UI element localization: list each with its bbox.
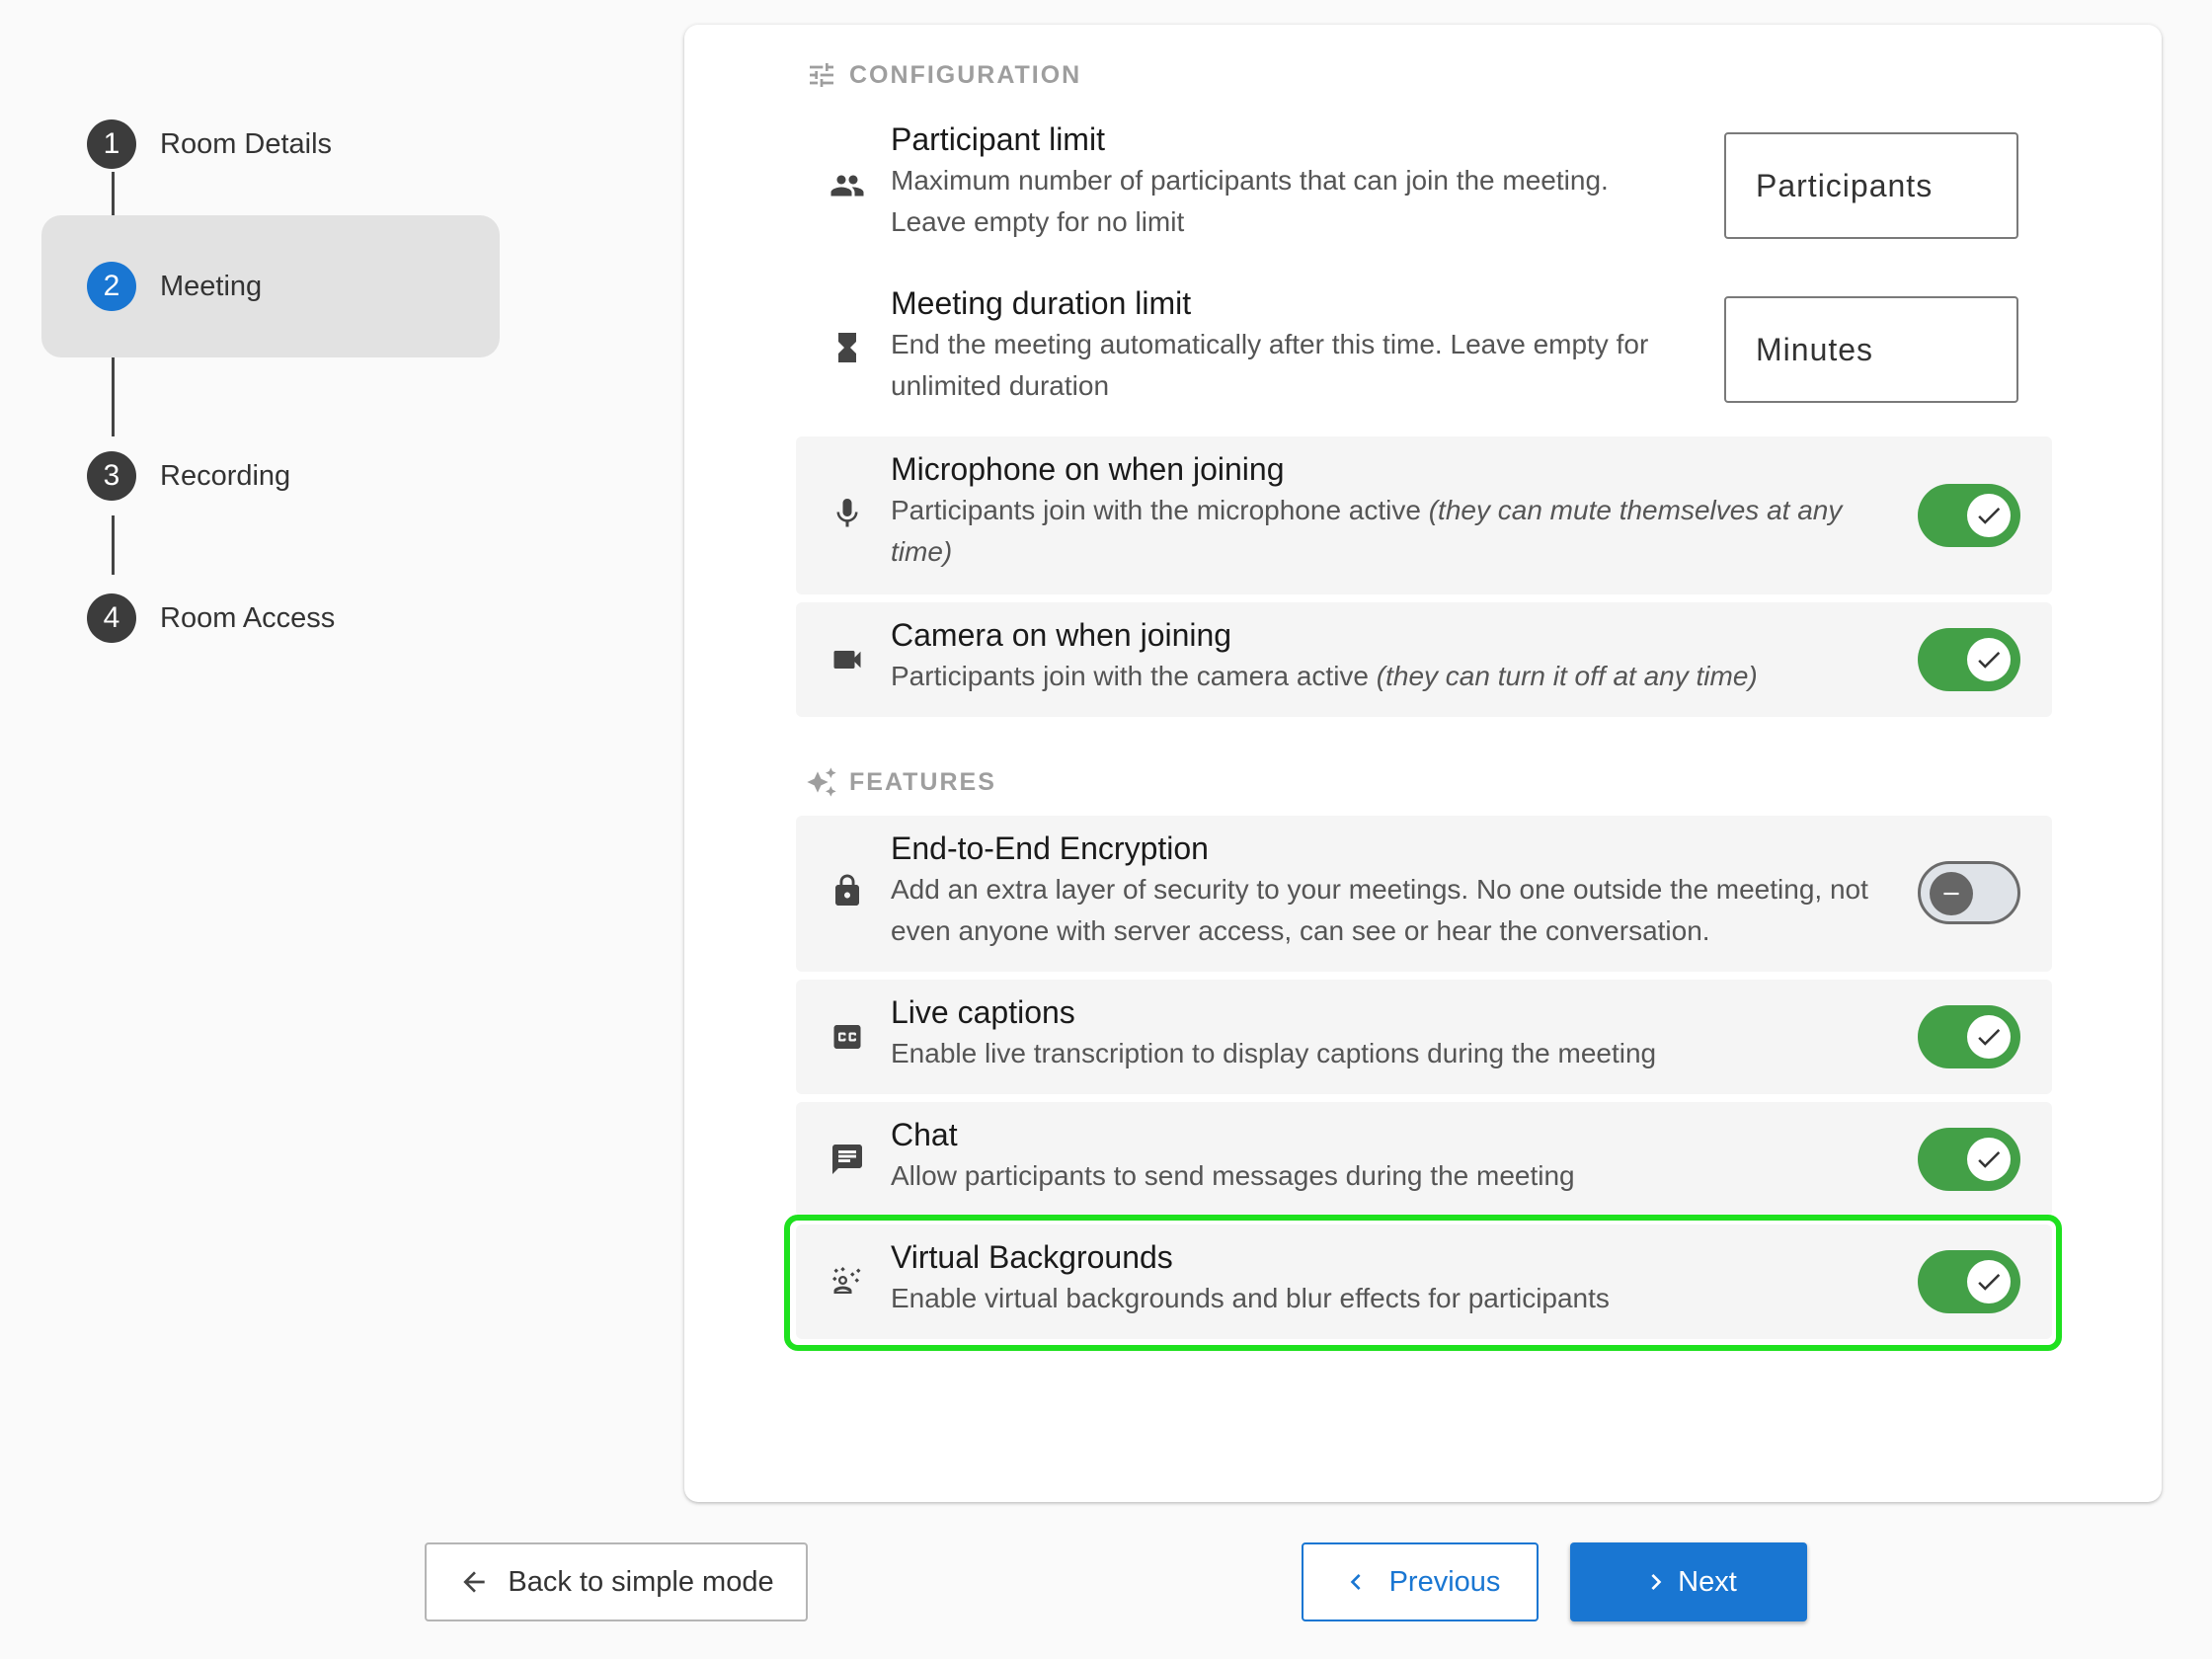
step-label: Room Access — [160, 601, 336, 634]
sparkle-icon — [807, 767, 836, 797]
tune-icon — [810, 63, 833, 87]
chat-toggle[interactable] — [1918, 1128, 2020, 1191]
check-icon — [1967, 494, 2011, 537]
chat-icon — [830, 1142, 865, 1177]
step-meeting[interactable]: 2 Meeting — [87, 260, 262, 313]
row-description: Participants join with the camera active… — [891, 661, 1758, 691]
encryption-text: End-to-End Encryption Add an extra layer… — [891, 828, 1874, 952]
button-label: Previous — [1388, 1565, 1501, 1598]
row-title: Chat — [891, 1117, 958, 1152]
closed-caption-icon — [830, 1019, 865, 1055]
row-title: End-to-End Encryption — [891, 830, 1209, 866]
group-icon — [830, 168, 865, 203]
step-number: 4 — [87, 593, 136, 643]
captions-text: Live captions Enable live transcription … — [891, 991, 1874, 1074]
camera-text: Camera on when joining Participants join… — [891, 614, 1874, 697]
camera-row: Camera on when joining Participants join… — [796, 602, 2052, 717]
row-title: Live captions — [891, 994, 1075, 1030]
chat-text: Chat Allow participants to send messages… — [891, 1114, 1874, 1197]
virtual-backgrounds-toggle[interactable] — [1918, 1250, 2020, 1313]
button-label: Next — [1678, 1565, 1737, 1598]
background-replace-icon — [830, 1264, 865, 1300]
captions-toggle[interactable] — [1918, 1005, 2020, 1068]
duration-limit-input[interactable] — [1724, 296, 2018, 403]
minus-icon — [1930, 872, 1973, 915]
row-description: Enable virtual backgrounds and blur effe… — [891, 1283, 1610, 1313]
arrow-back-icon — [463, 1571, 486, 1593]
chat-row: Chat Allow participants to send messages… — [796, 1102, 2052, 1217]
configuration-section-header: CONFIGURATION — [806, 57, 1081, 93]
microphone-toggle[interactable] — [1918, 484, 2020, 547]
mic-icon — [830, 496, 865, 531]
virtual-backgrounds-row: Virtual Backgrounds Enable virtual backg… — [796, 1224, 2052, 1339]
step-label: Room Details — [160, 127, 333, 160]
captions-row: Live captions Enable live transcription … — [796, 980, 2052, 1094]
row-title: Virtual Backgrounds — [891, 1239, 1173, 1275]
previous-button[interactable]: Previous — [1302, 1542, 1539, 1621]
row-description: Maximum number of participants that can … — [891, 165, 1609, 237]
videocam-icon — [830, 642, 865, 677]
row-description: Participants join with the microphone ac… — [891, 495, 1843, 567]
encryption-toggle[interactable] — [1918, 861, 2020, 924]
chevron-right-icon — [1651, 1574, 1662, 1590]
encryption-row: End-to-End Encryption Add an extra layer… — [796, 816, 2052, 972]
lock-icon — [830, 873, 865, 908]
row-description: Add an extra layer of security to your m… — [891, 874, 1868, 946]
check-icon — [1967, 1260, 2011, 1304]
row-title: Camera on when joining — [891, 617, 1232, 653]
check-icon — [1967, 1015, 2011, 1059]
row-description: End the meeting automatically after this… — [891, 329, 1649, 401]
check-icon — [1967, 638, 2011, 681]
step-label: Meeting — [160, 270, 263, 302]
step-label: Recording — [160, 459, 291, 492]
features-section-header: FEATURES — [806, 764, 996, 800]
row-title: Microphone on when joining — [891, 451, 1285, 487]
camera-toggle[interactable] — [1918, 628, 2020, 691]
step-room-access[interactable]: 4 Room Access — [87, 592, 335, 645]
check-icon — [1967, 1138, 2011, 1181]
microphone-text: Microphone on when joining Participants … — [891, 448, 1874, 573]
step-number: 2 — [87, 262, 136, 311]
step-number: 3 — [87, 451, 136, 501]
row-title: Participant limit — [891, 121, 1105, 157]
hourglass-icon — [830, 330, 865, 365]
section-title: FEATURES — [849, 767, 996, 796]
chevron-left-icon — [1350, 1574, 1361, 1590]
step-room-details[interactable]: 1 Room Details — [87, 118, 332, 171]
button-label: Back to simple mode — [508, 1565, 774, 1598]
microphone-row: Microphone on when joining Participants … — [796, 436, 2052, 594]
row-description: Allow participants to send messages duri… — [891, 1160, 1575, 1191]
step-recording[interactable]: 3 Recording — [87, 449, 290, 503]
participant-limit-text: Participant limit Maximum number of part… — [891, 118, 1687, 243]
next-button[interactable]: Next — [1570, 1542, 1807, 1621]
row-title: Meeting duration limit — [891, 285, 1192, 321]
row-description: Enable live transcription to display cap… — [891, 1038, 1657, 1068]
wizard-stepper: 1 Room Details 2 Meeting 3 Recording 4 R… — [0, 0, 553, 691]
back-to-simple-mode-button[interactable]: Back to simple mode — [425, 1542, 808, 1621]
virtual-backgrounds-text: Virtual Backgrounds Enable virtual backg… — [891, 1236, 1874, 1319]
stepper-connector — [112, 515, 115, 575]
participant-limit-input[interactable] — [1724, 132, 2018, 239]
step-number: 1 — [87, 119, 136, 169]
duration-limit-text: Meeting duration limit End the meeting a… — [891, 282, 1687, 407]
section-title: CONFIGURATION — [849, 60, 1082, 89]
